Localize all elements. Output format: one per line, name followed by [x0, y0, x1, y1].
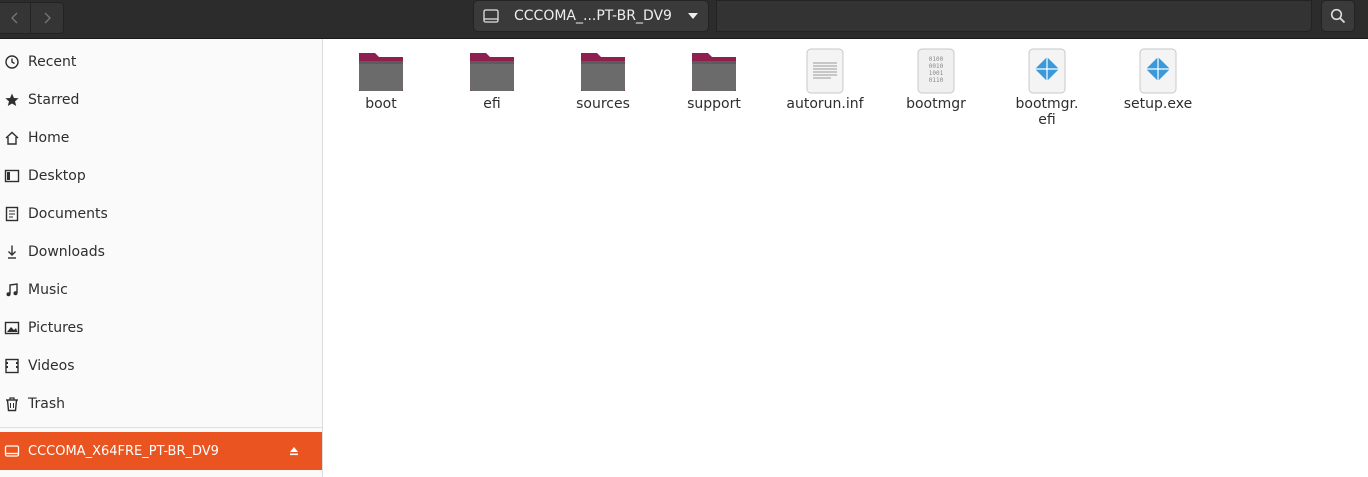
document-icon: [5, 206, 19, 222]
trash-icon: [6, 397, 18, 412]
music-icon: [6, 283, 18, 297]
search-button[interactable]: [1321, 0, 1355, 32]
header-bar: CCCOMA_...PT-BR_DV9: [0, 0, 1368, 39]
drive-icon: [4, 445, 20, 457]
text-file-icon: [806, 48, 844, 94]
file-view: boot efi sources support autorun.inf 010…: [323, 39, 1368, 477]
sidebar-item-label: Desktop: [28, 168, 86, 184]
drive-icon: [483, 9, 499, 23]
sidebar-item-label: Pictures: [28, 320, 84, 336]
file-name: setup.exe: [1123, 96, 1193, 112]
sidebar-separator: [0, 427, 322, 428]
video-icon: [5, 358, 19, 374]
file-name: sources: [576, 96, 630, 112]
binary-file-icon: 0100 0010 1001 0110: [917, 48, 955, 94]
file-name: efi: [483, 96, 501, 112]
clock-icon: [5, 55, 19, 69]
sidebar-item-label: Home: [28, 130, 70, 146]
svg-text:0100: 0100: [929, 56, 944, 63]
path-bar-button[interactable]: CCCOMA_...PT-BR_DV9: [473, 0, 709, 32]
file-name: bootmgr: [906, 96, 966, 112]
search-icon: [1330, 8, 1346, 24]
file-item-folder[interactable]: efi: [442, 47, 542, 112]
sidebar-item-label: Videos: [28, 358, 75, 374]
desktop-icon: [4, 169, 20, 183]
sidebar-item-trash[interactable]: Trash: [0, 385, 322, 423]
folder-icon: [692, 53, 736, 91]
sidebar-item-label: Documents: [28, 206, 108, 222]
folder-icon: [581, 53, 625, 91]
picture-icon: [4, 321, 20, 335]
caret-down-icon: [688, 13, 698, 19]
chevron-right-icon: [44, 12, 51, 24]
file-name: support: [687, 96, 741, 112]
svg-text:0110: 0110: [929, 77, 944, 84]
svg-text:0010: 0010: [929, 63, 944, 70]
folder-icon: [359, 53, 403, 91]
file-item-folder[interactable]: support: [664, 47, 764, 112]
file-name: bootmgr. efi: [1015, 96, 1079, 128]
sidebar-item-label: Trash: [28, 396, 65, 412]
location-bar-filler: [716, 0, 1312, 32]
star-icon: [5, 93, 19, 106]
forward-button[interactable]: [30, 2, 64, 34]
file-name: autorun.inf: [786, 96, 864, 112]
svg-text:1001: 1001: [929, 70, 944, 77]
file-item-folder[interactable]: boot: [331, 47, 431, 112]
home-icon: [5, 131, 19, 145]
folder-icon: [470, 53, 514, 91]
sidebar-item-label: Starred: [28, 92, 80, 108]
sidebar-item-desktop[interactable]: Desktop: [0, 157, 322, 195]
file-item-folder[interactable]: sources: [553, 47, 653, 112]
file-item-text[interactable]: autorun.inf: [775, 47, 875, 112]
download-icon: [8, 245, 16, 259]
sidebar: Recent Starred Home Desktop Documents Do…: [0, 39, 323, 477]
sidebar-item-music[interactable]: Music: [0, 271, 322, 309]
sidebar-item-label: CCCOMA_X64FRE_PT-BR_DV9: [28, 443, 219, 459]
sidebar-item-starred[interactable]: Starred: [0, 81, 322, 119]
sidebar-item-videos[interactable]: Videos: [0, 347, 322, 385]
sidebar-item-home[interactable]: Home: [0, 119, 322, 157]
executable-icon: [1028, 48, 1066, 94]
sidebar-item-documents[interactable]: Documents: [0, 195, 322, 233]
sidebar-item-pictures[interactable]: Pictures: [0, 309, 322, 347]
file-item-executable[interactable]: setup.exe: [1108, 47, 1208, 112]
sidebar-item-downloads[interactable]: Downloads: [0, 233, 322, 271]
eject-icon[interactable]: [288, 445, 300, 457]
executable-icon: [1139, 48, 1177, 94]
sidebar-item-label: Recent: [28, 54, 77, 70]
chevron-left-icon: [11, 12, 18, 24]
back-button[interactable]: [0, 2, 32, 34]
sidebar-item-recent[interactable]: Recent: [0, 43, 322, 81]
file-item-executable[interactable]: bootmgr. efi: [997, 47, 1097, 128]
path-label: CCCOMA_...PT-BR_DV9: [514, 8, 672, 24]
file-name: boot: [365, 96, 397, 112]
sidebar-item-label: Downloads: [28, 244, 105, 260]
sidebar-item-label: Music: [28, 282, 68, 298]
file-item-binary[interactable]: 0100 0010 1001 0110 bootmgr: [886, 47, 986, 112]
sidebar-item-device[interactable]: CCCOMA_X64FRE_PT-BR_DV9: [0, 432, 322, 470]
